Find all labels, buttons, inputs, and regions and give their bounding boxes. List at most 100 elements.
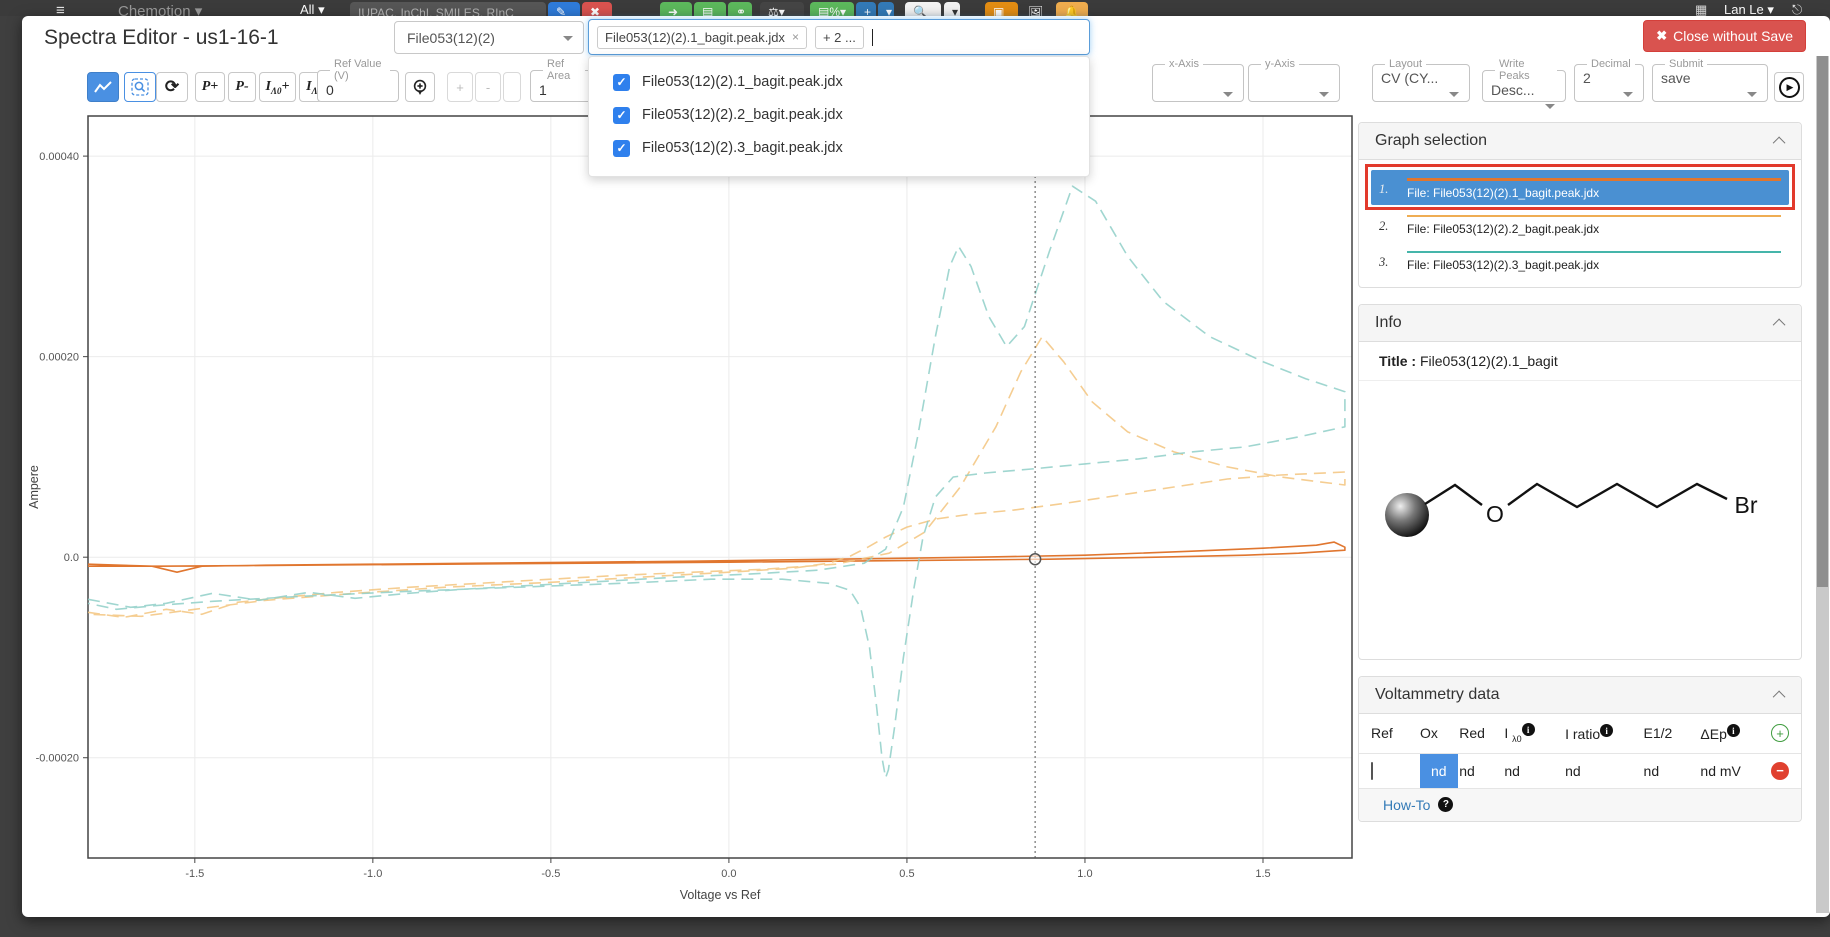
graph-item-3[interactable]: 3. File: File053(12)(2).3_bagit.peak.jdx	[1371, 243, 1789, 277]
run-submit-button[interactable]: ▶	[1774, 72, 1804, 102]
red-cell[interactable]: nd	[1459, 763, 1504, 779]
multiselect-tag[interactable]: File053(12)(2).1_bagit.peak.jdx ×	[597, 26, 807, 49]
ref-checkbox[interactable]	[1371, 762, 1373, 780]
graph-item-1[interactable]: 1. File: File053(12)(2).1_bagit.peak.jdx	[1371, 170, 1789, 205]
graph-item-content: File: File053(12)(2).1_bagit.peak.jdx	[1407, 175, 1781, 200]
checkbox-checked-icon[interactable]: ✓	[613, 74, 630, 91]
logout-icon[interactable]: ⎋	[1792, 2, 1802, 16]
dropdown-option-1[interactable]: ✓ File053(12)(2).1_bagit.peak.jdx	[589, 67, 1089, 97]
ref-area-label: Ref Area	[543, 58, 585, 82]
info-icon[interactable]: i	[1600, 724, 1613, 737]
cv-chart-svg[interactable]: -1.5-1.0-0.50.00.51.01.50.000400.000200.…	[22, 102, 1367, 908]
inbox-button[interactable]: ▣	[985, 2, 1018, 16]
y-tick-label: -0.00020	[36, 753, 79, 765]
edit-pencil-button[interactable]: ✎	[548, 2, 580, 16]
image-button[interactable]: 🖼	[1020, 2, 1052, 16]
zoom-area-icon	[131, 78, 149, 96]
minus-label: -	[486, 80, 490, 95]
info-header[interactable]: Info	[1359, 305, 1801, 342]
y-axis-select[interactable]: y-Axis	[1248, 58, 1340, 102]
increase-button[interactable]: +	[447, 72, 473, 102]
title-field-value: File053(12)(2).1_bagit	[1420, 353, 1558, 369]
question-icon[interactable]: ?	[1438, 797, 1453, 812]
decimal-select[interactable]: Decimal 2	[1574, 58, 1644, 102]
info-icon[interactable]: i	[1522, 723, 1535, 736]
add-row-icon[interactable]: +	[1771, 724, 1789, 742]
background-navbar: ≡ Chemotion ▾ All ▾ IUPAC, InChI, SMILES…	[0, 0, 1830, 16]
remove-row-icon[interactable]: −	[1771, 762, 1789, 780]
calendar-icon[interactable]: ▦	[1695, 2, 1707, 16]
spacer-button[interactable]	[503, 72, 521, 102]
sidebar: Graph selection 1. File: File053(12)(2).…	[1358, 122, 1802, 838]
zoom-select-button[interactable]	[124, 72, 156, 102]
share-button[interactable]: ⚭	[728, 2, 752, 16]
screen: ≡ Chemotion ▾ All ▾ IUPAC, InChI, SMILES…	[0, 0, 1830, 937]
line-chart-mode-button[interactable]	[87, 72, 119, 102]
peak-add-button[interactable]: P+	[195, 72, 225, 102]
i-lambda-cell[interactable]: nd	[1504, 763, 1565, 779]
scrollbar-track[interactable]	[1816, 56, 1829, 913]
checkbox-checked-icon[interactable]: ✓	[613, 140, 630, 157]
close-without-save-button[interactable]: ✖ Close without Save	[1643, 20, 1806, 52]
hamburger-icon[interactable]: ≡	[56, 2, 65, 16]
navbar-all-dropdown[interactable]: All ▾	[300, 2, 325, 16]
x-axis-select[interactable]: x-Axis	[1152, 58, 1244, 102]
layout-select[interactable]: Layout CV (CY...	[1372, 58, 1470, 102]
ref-value-input[interactable]	[326, 82, 390, 98]
e12-cell[interactable]: nd	[1644, 763, 1701, 779]
ox-cell-selected[interactable]: nd	[1420, 754, 1458, 788]
graph-selection-list: 1. File: File053(12)(2).1_bagit.peak.jdx…	[1359, 160, 1801, 287]
navbar-brand[interactable]: Chemotion ▾	[118, 2, 202, 16]
add-button[interactable]: +	[856, 2, 876, 16]
set-ref-point-button[interactable]	[405, 72, 435, 102]
brand-label: Chemotion	[118, 3, 191, 16]
tag-remove-icon[interactable]: ×	[792, 30, 799, 44]
submit-select[interactable]: Submit save	[1652, 58, 1768, 102]
checkbox-checked-icon[interactable]: ✓	[613, 107, 630, 124]
write-peaks-select[interactable]: Write Peaks Desc...	[1482, 58, 1566, 102]
bell-button[interactable]: 🔔	[1056, 2, 1088, 16]
export-arrow-button[interactable]: ➜	[660, 2, 692, 16]
i-lambda-add-button[interactable]: IΛ0+	[259, 72, 296, 102]
x-tick-label: -1.0	[363, 868, 382, 880]
scrollbar-thumb[interactable]	[1817, 56, 1828, 587]
option-label: File053(12)(2).1_bagit.peak.jdx	[642, 74, 843, 90]
graph-item-label: File: File053(12)(2).2_bagit.peak.jdx	[1407, 222, 1781, 236]
navbar-search-input[interactable]: IUPAC, InChI, SMILES, RInC	[350, 2, 546, 16]
how-to-link[interactable]: How-To	[1383, 797, 1430, 813]
info-icon[interactable]: i	[1727, 724, 1740, 737]
report-button[interactable]: ▤%▾	[810, 2, 854, 16]
cv-chart[interactable]: -1.5-1.0-0.50.00.51.01.50.000400.000200.…	[22, 102, 1367, 908]
search-caret[interactable]: ▾	[944, 2, 960, 16]
multiselect-more-tag[interactable]: + 2 ...	[815, 26, 864, 49]
search-icon[interactable]: 🔍	[905, 2, 941, 16]
add-caret-button[interactable]: ▾	[878, 2, 894, 16]
i-ratio-cell[interactable]: nd	[1565, 763, 1643, 779]
graph-item-content: File: File053(12)(2).3_bagit.peak.jdx	[1407, 248, 1781, 272]
peak-remove-button[interactable]: P-	[228, 72, 256, 102]
scale-button[interactable]: ⚖▾	[760, 2, 804, 16]
molecule-structure: O Br	[1365, 463, 1785, 559]
voltammetry-header[interactable]: Voltammetry data	[1359, 677, 1801, 714]
ref-area-input[interactable]	[539, 82, 585, 98]
chevron-down-icon	[1223, 92, 1233, 97]
text-cursor	[872, 29, 873, 46]
reset-zoom-button[interactable]: ⟳	[156, 72, 188, 102]
file-multiselect[interactable]: File053(12)(2).1_bagit.peak.jdx × + 2 ..…	[588, 19, 1090, 55]
file-select[interactable]: File053(12)(2)	[394, 21, 584, 54]
decimal-value: 2	[1583, 70, 1635, 86]
delete-x-button[interactable]: ✖	[582, 2, 612, 16]
user-menu[interactable]: Lan Le ▾	[1724, 2, 1774, 16]
clipboard-button[interactable]: ▤	[694, 2, 726, 16]
chevron-down-icon	[563, 36, 573, 41]
polymer-bead	[1385, 493, 1429, 537]
graph-selection-header[interactable]: Graph selection	[1359, 123, 1801, 160]
x-tick-label: 0.5	[899, 868, 914, 880]
dropdown-option-3[interactable]: ✓ File053(12)(2).3_bagit.peak.jdx	[589, 133, 1089, 163]
y-tick-label: 0.00020	[39, 352, 79, 364]
dropdown-option-2[interactable]: ✓ File053(12)(2).2_bagit.peak.jdx	[589, 100, 1089, 130]
close-icon: ✖	[1656, 28, 1667, 44]
delta-ep-cell[interactable]: nd mV	[1700, 763, 1771, 779]
decrease-button[interactable]: -	[475, 72, 501, 102]
graph-item-2[interactable]: 2. File: File053(12)(2).2_bagit.peak.jdx	[1371, 207, 1789, 241]
